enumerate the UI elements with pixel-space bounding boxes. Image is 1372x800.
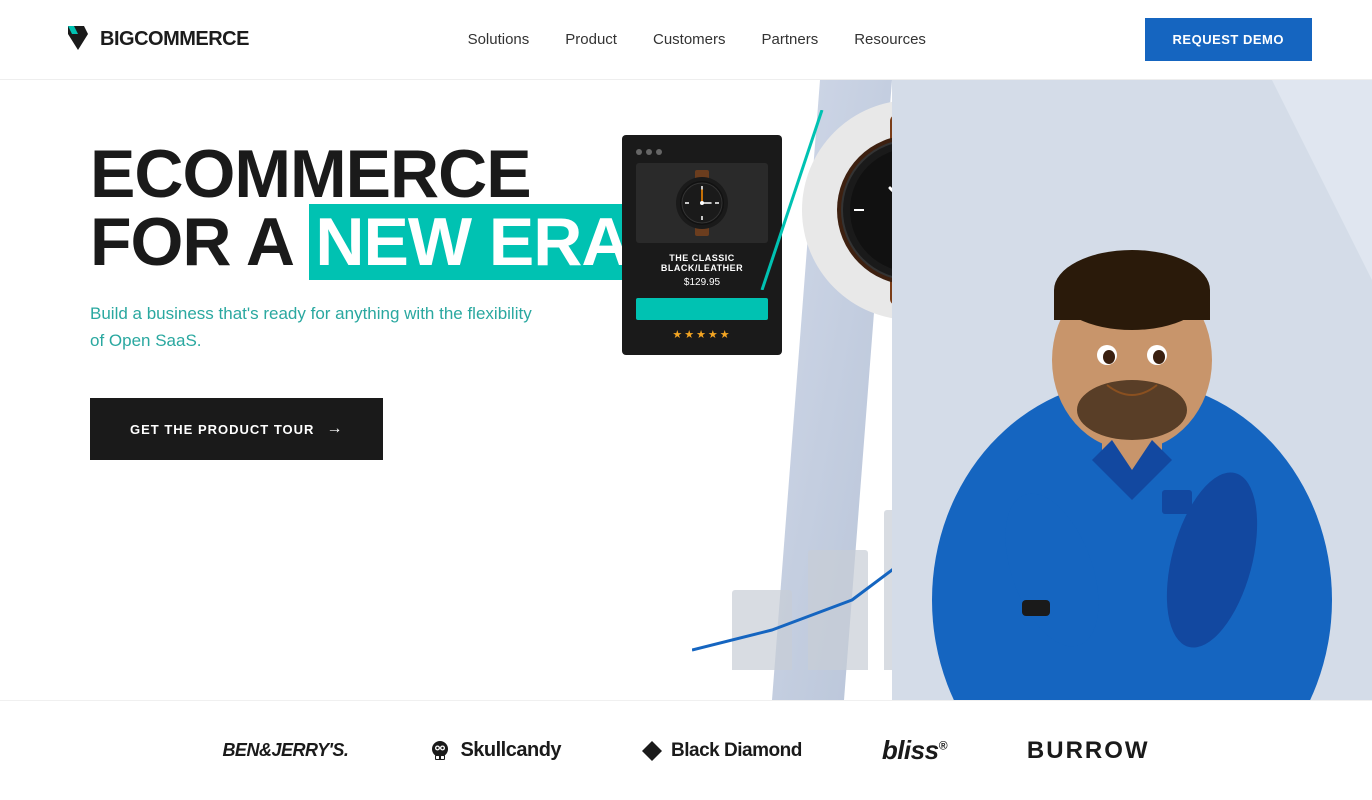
bliss-text: bliss® bbox=[882, 735, 947, 766]
black-diamond-logo: Black Diamond bbox=[641, 740, 802, 762]
nav-solutions[interactable]: Solutions bbox=[468, 31, 530, 48]
hero-visual: THE CLASSIC BLACK/LEATHER $129.95 ★★★★★ bbox=[592, 80, 1372, 700]
nav-customers[interactable]: Customers bbox=[653, 31, 726, 48]
burrow-text: BURROW bbox=[1027, 737, 1150, 765]
logos-strip: BEN&JERRY'S. Skullcandy Black Diamond bl… bbox=[0, 700, 1372, 800]
hero-content: ECOMMERCE FOR A NEW ERA Build a business… bbox=[90, 140, 650, 460]
ben-jerrys-text: BEN&JERRY'S. bbox=[222, 740, 348, 761]
product-card-price: $129.95 bbox=[636, 277, 768, 288]
product-card-add-button bbox=[636, 298, 768, 320]
nav-partners[interactable]: Partners bbox=[762, 31, 819, 48]
product-card-title: THE CLASSIC BLACK/LEATHER bbox=[636, 253, 768, 273]
arrow-icon: → bbox=[326, 420, 343, 438]
header: BIGCOMMERCE Solutions Product Customers … bbox=[0, 0, 1372, 80]
product-tour-button[interactable]: GET THE PRODUCT TOUR → bbox=[90, 398, 383, 460]
main-nav: Solutions Product Customers Partners Res… bbox=[468, 31, 926, 48]
bliss-logo: bliss® bbox=[882, 735, 947, 766]
logo[interactable]: BIGCOMMERCE bbox=[60, 22, 249, 58]
product-card-image bbox=[636, 163, 768, 243]
person-image bbox=[892, 80, 1372, 700]
black-diamond-text: Black Diamond bbox=[671, 740, 802, 762]
skullcandy-text: Skullcandy bbox=[460, 739, 561, 762]
hero-section: ECOMMERCE FOR A NEW ERA Build a business… bbox=[0, 80, 1372, 700]
skull-icon bbox=[428, 739, 452, 763]
ben-jerrys-logo: BEN&JERRY'S. bbox=[222, 740, 348, 761]
skullcandy-logo: Skullcandy bbox=[428, 739, 561, 763]
hero-subtitle: Build a business that's ready for anythi… bbox=[90, 300, 550, 354]
request-demo-button[interactable]: REQUEST DEMO bbox=[1145, 18, 1312, 61]
hero-title: ECOMMERCE FOR A NEW ERA bbox=[90, 140, 650, 276]
nav-product[interactable]: Product bbox=[565, 31, 617, 48]
diamond-icon bbox=[641, 740, 663, 762]
teal-accent-line bbox=[752, 110, 832, 290]
logo-text: BIGCOMMERCE bbox=[100, 28, 249, 51]
burrow-logo: BURROW bbox=[1027, 737, 1150, 765]
product-card-stars: ★★★★★ bbox=[636, 328, 768, 341]
nav-resources[interactable]: Resources bbox=[854, 31, 926, 48]
bigcommerce-logo-icon bbox=[60, 22, 96, 58]
